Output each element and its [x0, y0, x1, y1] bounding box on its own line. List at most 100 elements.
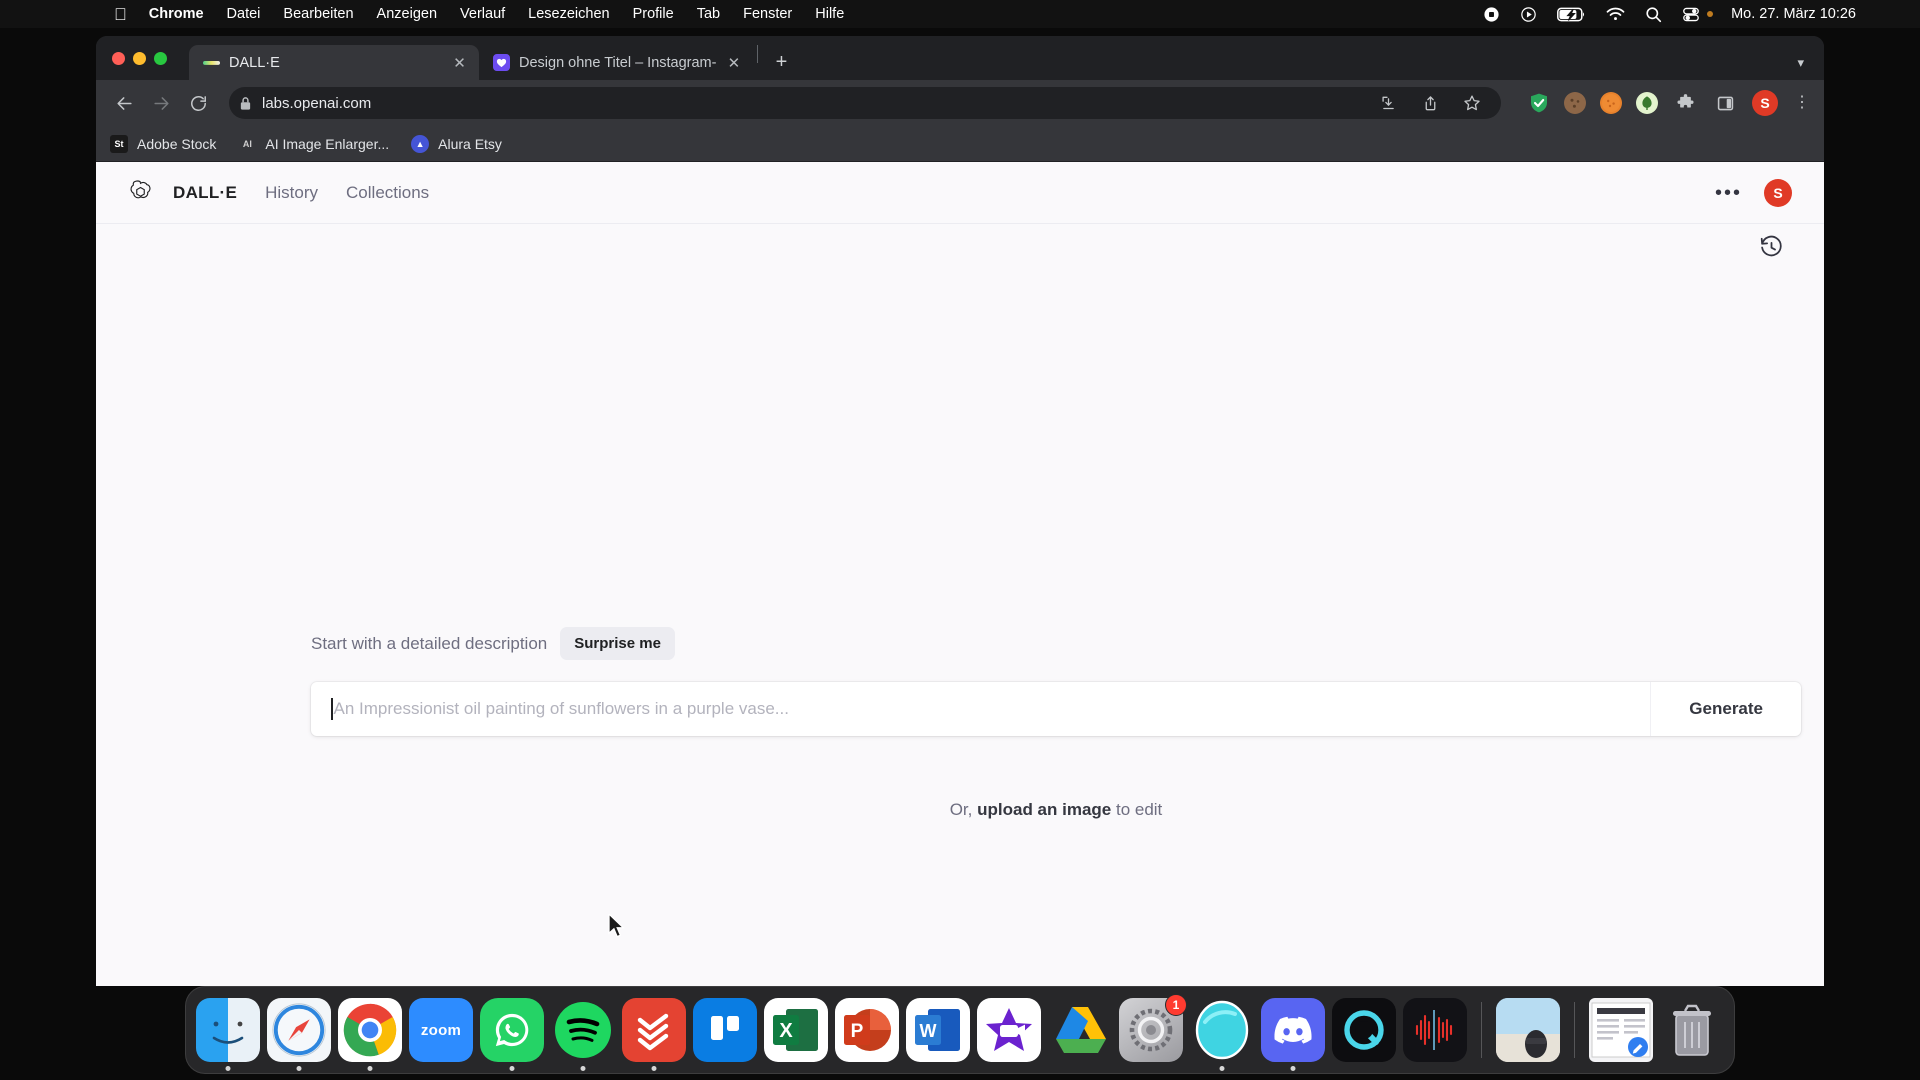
- generate-button[interactable]: Generate: [1650, 682, 1801, 736]
- star-icon[interactable]: [1459, 90, 1485, 116]
- dock-item-document-file[interactable]: [1589, 998, 1653, 1062]
- menu-item-datei[interactable]: Datei: [227, 6, 261, 22]
- openai-logo-icon[interactable]: [128, 180, 153, 205]
- nav-history[interactable]: History: [265, 183, 318, 203]
- ecosia-tree-icon[interactable]: [1636, 92, 1658, 114]
- adblock-shield-icon[interactable]: [1528, 92, 1550, 114]
- new-tab-button[interactable]: +: [766, 47, 796, 77]
- install-app-icon[interactable]: [1375, 90, 1401, 116]
- puzzle-extensions-icon[interactable]: [1672, 90, 1698, 116]
- browser-tab-canva[interactable]: Design ohne Titel – Instagram- ✕: [479, 45, 753, 80]
- composer-hint: Start with a detailed description: [311, 633, 548, 653]
- dock-item-system-settings[interactable]: 1: [1119, 994, 1187, 1062]
- dock-item-audio-recorder[interactable]: [1403, 998, 1467, 1062]
- dock-item-powerpoint[interactable]: P: [835, 998, 899, 1062]
- menubar-clock[interactable]: Mo. 27. März 10:26: [1731, 6, 1856, 22]
- history-clock-icon[interactable]: [1754, 230, 1788, 264]
- svg-text:X: X: [779, 1020, 793, 1042]
- dock-item-zoom[interactable]: zoom: [409, 998, 473, 1062]
- svg-text:P: P: [851, 1021, 864, 1042]
- dock-separator: [1481, 1002, 1482, 1058]
- chevron-down-icon[interactable]: ▾: [1797, 55, 1804, 71]
- nav-collections[interactable]: Collections: [346, 183, 429, 203]
- orange-extension-icon[interactable]: [1600, 92, 1622, 114]
- dock-item-preview-teal-app[interactable]: [1190, 998, 1254, 1071]
- minimize-window-button[interactable]: [133, 51, 146, 65]
- back-arrow-icon[interactable]: [108, 87, 140, 119]
- menu-item-tab[interactable]: Tab: [697, 6, 720, 22]
- forward-arrow-icon[interactable]: [145, 87, 177, 119]
- address-bar[interactable]: labs.openai.com: [229, 87, 1501, 119]
- omnibox-actions: [1375, 90, 1491, 116]
- dock-item-safari[interactable]: [267, 998, 331, 1071]
- bookmark-alura-etsy[interactable]: ▲ Alura Etsy: [411, 134, 502, 153]
- dock-item-photos-stack[interactable]: [1496, 998, 1560, 1062]
- browser-tab-dalle[interactable]: DALL·E ✕: [189, 45, 479, 80]
- menu-item-verlauf[interactable]: Verlauf: [460, 6, 505, 22]
- dock-item-chrome[interactable]: [338, 998, 402, 1071]
- wifi-icon[interactable]: [1606, 7, 1625, 22]
- menu-item-lesezeichen[interactable]: Lesezeichen: [528, 6, 609, 22]
- bookmark-label: AI Image Enlarger...: [265, 135, 390, 152]
- ai-enlarger-icon: AI: [242, 138, 252, 149]
- dalle-page: DALL·E History Collections ••• S Start w…: [96, 162, 1824, 986]
- dock-separator: [1574, 1002, 1575, 1058]
- share-icon[interactable]: [1417, 90, 1443, 116]
- dock-item-google-drive[interactable]: [1048, 998, 1112, 1062]
- reload-icon[interactable]: [182, 87, 214, 119]
- chrome-profile-avatar[interactable]: S: [1752, 90, 1778, 116]
- now-playing-icon[interactable]: [1520, 6, 1537, 23]
- cookie-icon[interactable]: [1564, 92, 1586, 114]
- dock-item-todoist[interactable]: [622, 998, 686, 1071]
- dock-item-excel[interactable]: X: [764, 998, 828, 1062]
- dock-item-discord[interactable]: [1261, 998, 1325, 1071]
- svg-text:W: W: [920, 1021, 937, 1041]
- running-indicator: [1219, 1066, 1225, 1071]
- upload-an-image-link[interactable]: upload an image: [977, 800, 1111, 819]
- tab-title: Design ohne Titel – Instagram-: [519, 54, 717, 71]
- prompt-input[interactable]: An Impressionist oil painting of sunflow…: [311, 682, 1650, 736]
- running-indicator: [509, 1066, 515, 1071]
- menu-item-anzeigen[interactable]: Anzeigen: [377, 6, 437, 22]
- close-tab-button[interactable]: ✕: [451, 54, 468, 72]
- bookmark-label: Adobe Stock: [137, 135, 217, 152]
- close-window-button[interactable]: [112, 51, 125, 65]
- maximize-window-button[interactable]: [154, 51, 167, 65]
- running-indicator: [1290, 1066, 1296, 1071]
- spotlight-search-icon[interactable]: [1645, 6, 1662, 23]
- prompt-composer: Start with a detailed description Surpri…: [311, 627, 1801, 820]
- dock-item-whatsapp[interactable]: [480, 998, 544, 1071]
- menu-item-hilfe[interactable]: Hilfe: [815, 6, 844, 22]
- bookmark-ai-image-enlarger[interactable]: AI AI Image Enlarger...: [238, 135, 389, 153]
- dock-item-finder[interactable]: [196, 998, 260, 1071]
- battery-charging-icon[interactable]: [1557, 7, 1586, 22]
- dock-item-trash[interactable]: [1660, 998, 1724, 1062]
- dock-item-quicktime[interactable]: [1332, 998, 1396, 1062]
- side-panel-icon[interactable]: [1712, 90, 1738, 116]
- dock-item-imovie[interactable]: [977, 998, 1041, 1062]
- user-avatar[interactable]: S: [1764, 178, 1792, 207]
- menu-item-fenster[interactable]: Fenster: [743, 6, 792, 22]
- screen-record-icon[interactable]: [1483, 6, 1500, 23]
- bookmark-adobe-stock[interactable]: St Adobe Stock: [110, 134, 217, 153]
- apple-menu-icon[interactable]: : [114, 6, 127, 23]
- address-bar-url: labs.openai.com: [262, 94, 372, 112]
- menu-item-profile[interactable]: Profile: [633, 6, 674, 22]
- control-center-icon[interactable]: [1682, 7, 1700, 22]
- extension-icons: S ⋮: [1528, 90, 1812, 116]
- menu-item-chrome[interactable]: Chrome: [149, 6, 204, 22]
- dock-item-word[interactable]: W: [906, 998, 970, 1062]
- tab-title: DALL·E: [229, 54, 280, 71]
- overflow-menu-icon[interactable]: •••: [1715, 183, 1742, 203]
- running-indicator: [296, 1066, 302, 1071]
- dock-item-spotify[interactable]: [551, 998, 615, 1071]
- dock-item-trello[interactable]: [693, 998, 757, 1062]
- menu-item-bearbeiten[interactable]: Bearbeiten: [283, 6, 353, 22]
- bookmarks-bar: St Adobe Stock AI AI Image Enlarger... ▲…: [96, 126, 1824, 162]
- dalle-favicon: [203, 54, 220, 71]
- mac-menu-bar:  Chrome Datei Bearbeiten Anzeigen Verla…: [0, 0, 1920, 28]
- adobe-stock-icon: St: [110, 134, 128, 153]
- close-tab-button[interactable]: ✕: [725, 54, 742, 72]
- kebab-menu-icon[interactable]: ⋮: [1792, 95, 1812, 111]
- surprise-me-button[interactable]: Surprise me: [560, 627, 675, 660]
